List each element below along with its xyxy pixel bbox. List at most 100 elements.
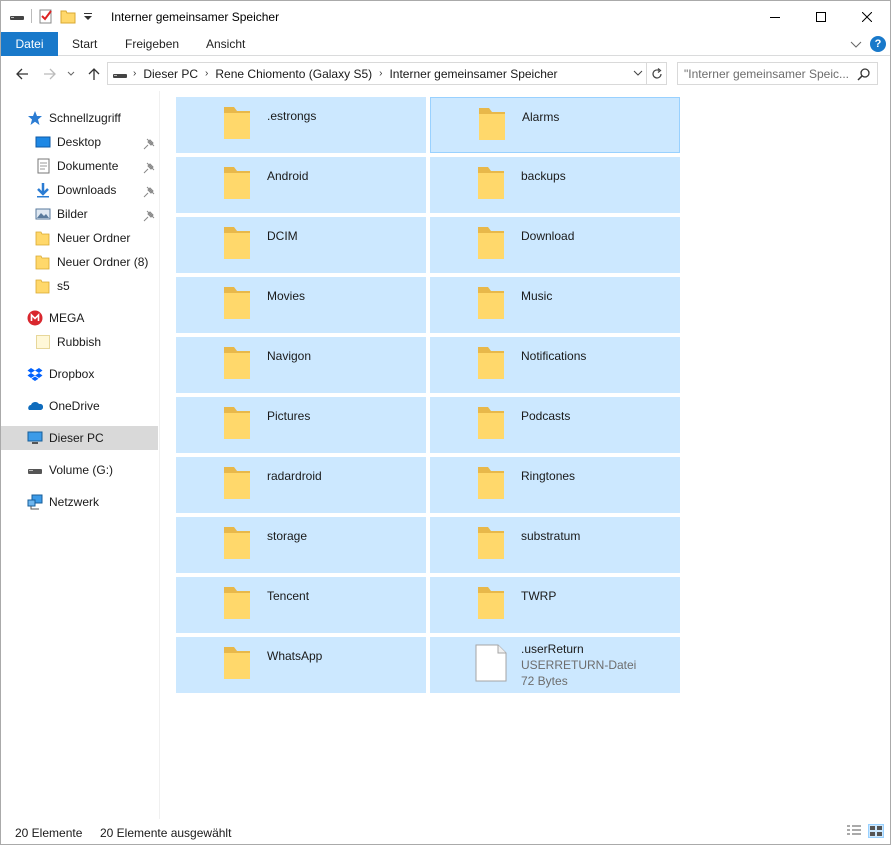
file-item-ringtones[interactable]: Ringtones bbox=[430, 457, 680, 513]
chevron-down-icon bbox=[67, 71, 75, 76]
nav-item-dropbox[interactable]: Dropbox bbox=[1, 362, 158, 386]
nav-item-downloads[interactable]: Downloads bbox=[1, 178, 158, 202]
help-icon[interactable]: ? bbox=[870, 36, 886, 52]
breadcrumb-dieser-pc[interactable]: Dieser PC bbox=[139, 67, 202, 81]
file-name: Movies bbox=[267, 289, 306, 303]
file-item-radardroid[interactable]: radardroid bbox=[176, 457, 426, 513]
file-item-twrp[interactable]: TWRP bbox=[430, 577, 680, 633]
nav-item-neuer-ordner-8[interactable]: Neuer Ordner (8) bbox=[1, 250, 158, 274]
file-name: Android bbox=[267, 169, 309, 183]
search-input[interactable] bbox=[684, 66, 850, 81]
this-pc-icon bbox=[27, 430, 43, 446]
file-name: Alarms bbox=[522, 110, 560, 124]
nav-item-dokumente[interactable]: Dokumente bbox=[1, 154, 158, 178]
file-name: backups bbox=[521, 169, 566, 183]
minimize-icon bbox=[770, 16, 780, 18]
tab-ansicht[interactable]: Ansicht bbox=[202, 32, 249, 56]
tab-freigeben[interactable]: Freigeben bbox=[121, 32, 183, 56]
file-item-podcasts[interactable]: Podcasts bbox=[430, 397, 680, 453]
minimize-button[interactable] bbox=[752, 1, 798, 32]
file-name: WhatsApp bbox=[267, 649, 323, 663]
breadcrumb-internal-storage[interactable]: Interner gemeinsamer Speicher bbox=[385, 67, 561, 81]
expand-ribbon-icon[interactable] bbox=[850, 38, 862, 50]
file-item-music[interactable]: Music bbox=[430, 277, 680, 333]
nav-item-neuer-ordner[interactable]: Neuer Ordner bbox=[1, 226, 158, 250]
nav-item-schnellzugriff[interactable]: Schnellzugriff bbox=[1, 106, 158, 130]
file-item-android[interactable]: Android bbox=[176, 157, 426, 213]
nav-item-bilder[interactable]: Bilder bbox=[1, 202, 158, 226]
folder-icon bbox=[35, 254, 51, 270]
file-name: .estrongs bbox=[267, 109, 317, 123]
up-button[interactable] bbox=[85, 65, 103, 83]
search-box[interactable] bbox=[677, 62, 878, 85]
file-item-notifications[interactable]: Notifications bbox=[430, 337, 680, 393]
pin-icon[interactable] bbox=[143, 186, 155, 198]
nav-item-mega[interactable]: MEGA bbox=[1, 306, 158, 330]
file-name: Tencent bbox=[267, 589, 310, 603]
refresh-button[interactable] bbox=[646, 63, 666, 84]
folder-icon bbox=[478, 167, 504, 199]
chevron-right-icon[interactable]: › bbox=[202, 68, 211, 79]
nav-item-label: Desktop bbox=[57, 135, 102, 149]
file-item-dcim[interactable]: DCIM bbox=[176, 217, 426, 273]
address-bar[interactable]: › Dieser PC › Rene Chiomento (Galaxy S5)… bbox=[107, 62, 667, 85]
nav-item-s5[interactable]: s5 bbox=[1, 274, 158, 298]
nav-item-label: Rubbish bbox=[57, 335, 102, 349]
pin-icon[interactable] bbox=[143, 162, 155, 174]
nav-item-netzwerk[interactable]: Netzwerk bbox=[1, 490, 158, 514]
back-button[interactable] bbox=[13, 65, 31, 83]
pin-icon[interactable] bbox=[143, 138, 155, 150]
file-item-estrongs[interactable]: .estrongs bbox=[176, 97, 426, 153]
forward-arrow-icon bbox=[44, 68, 56, 80]
file-item-pictures[interactable]: Pictures bbox=[176, 397, 426, 453]
file-item-download[interactable]: Download bbox=[430, 217, 680, 273]
folder-icon bbox=[478, 467, 504, 499]
new-folder-icon[interactable] bbox=[60, 8, 76, 24]
pin-icon[interactable] bbox=[143, 210, 155, 222]
nav-item-rubbish[interactable]: Rubbish bbox=[1, 330, 158, 354]
nav-item-label: Dropbox bbox=[49, 367, 95, 381]
ribbon-right-controls: ? bbox=[850, 36, 886, 52]
large-icons-view-button[interactable] bbox=[868, 824, 884, 838]
mega-icon bbox=[27, 310, 43, 326]
network-icon bbox=[27, 494, 43, 510]
chevron-right-icon[interactable]: › bbox=[376, 68, 385, 79]
search-icon[interactable] bbox=[857, 67, 871, 81]
folder-icon bbox=[35, 334, 51, 350]
tiles-view-icon bbox=[870, 826, 882, 836]
file-item-whatsapp[interactable]: WhatsApp bbox=[176, 637, 426, 693]
file-item-alarms[interactable]: Alarms bbox=[430, 97, 680, 153]
file-item-movies[interactable]: Movies bbox=[176, 277, 426, 333]
nav-item-onedrive[interactable]: OneDrive bbox=[1, 394, 158, 418]
forward-button[interactable] bbox=[41, 65, 59, 83]
properties-icon[interactable] bbox=[38, 8, 54, 24]
close-button[interactable] bbox=[844, 1, 890, 32]
nav-item-desktop[interactable]: Desktop bbox=[1, 130, 158, 154]
maximize-button[interactable] bbox=[798, 1, 844, 32]
folder-icon bbox=[224, 167, 250, 199]
chevron-right-icon[interactable]: › bbox=[130, 68, 139, 79]
file-item-tencent[interactable]: Tencent bbox=[176, 577, 426, 633]
nav-item-dieser-pc[interactable]: Dieser PC bbox=[1, 426, 158, 450]
file-size: 72 Bytes bbox=[521, 674, 568, 688]
nav-item-volume-g[interactable]: Volume (G:) bbox=[1, 458, 158, 482]
address-dropdown-icon[interactable] bbox=[632, 67, 644, 79]
title-bar: Interner gemeinsamer Speicher bbox=[1, 1, 890, 32]
file-item-substratum[interactable]: substratum bbox=[430, 517, 680, 573]
customize-dropdown-icon[interactable] bbox=[82, 8, 94, 24]
file-item-storage[interactable]: storage bbox=[176, 517, 426, 573]
tab-start[interactable]: Start bbox=[68, 32, 101, 56]
selection-count: 20 Elemente ausgewählt bbox=[100, 826, 232, 840]
file-name: storage bbox=[267, 529, 308, 543]
documents-icon bbox=[35, 158, 51, 174]
drive-icon[interactable] bbox=[9, 8, 25, 24]
file-item-navigon[interactable]: Navigon bbox=[176, 337, 426, 393]
tab-datei[interactable]: Datei bbox=[1, 32, 58, 56]
file-item-userreturn[interactable]: .userReturn USERRETURN-Datei 72 Bytes bbox=[430, 637, 680, 693]
breadcrumb-device[interactable]: Rene Chiomento (Galaxy S5) bbox=[211, 67, 376, 81]
folder-icon bbox=[478, 347, 504, 379]
recent-locations-button[interactable] bbox=[65, 65, 77, 83]
file-name: DCIM bbox=[267, 229, 298, 243]
file-item-backups[interactable]: backups bbox=[430, 157, 680, 213]
details-view-button[interactable] bbox=[846, 824, 862, 838]
